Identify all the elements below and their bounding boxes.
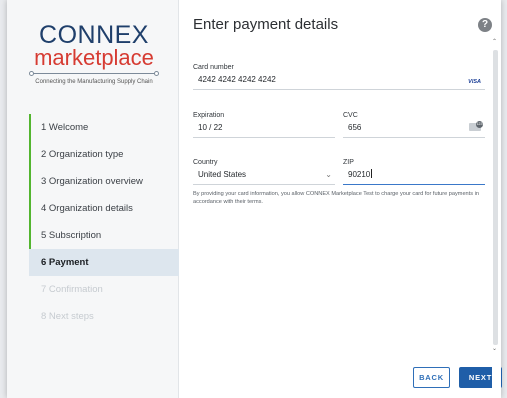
cvc-label: CVC [343,112,358,119]
cvc-value: 656 [348,123,362,132]
step-subscription[interactable]: 5 Subscription [29,222,179,249]
logo-track [29,71,159,77]
expiration-group: Expiration 10 / 22 [193,112,335,138]
payment-form: Card number 4242 4242 4242 4242 VISA Exp… [193,64,485,206]
help-icon[interactable]: ? [478,18,492,32]
cvc-field[interactable]: 656 123 [343,121,485,138]
payment-disclaimer: By providing your card information, you … [193,191,479,205]
country-group: Country United States ⌄ [193,159,335,185]
scroll-up-icon[interactable]: ⌃ [492,38,497,45]
card-number-label: Card number [193,64,234,71]
text-caret [371,169,373,178]
step-welcome[interactable]: 1 Welcome [29,114,179,141]
chevron-down-icon: ⌄ [325,170,332,179]
visa-icon: VISA [468,79,481,85]
sidebar: CONNEX marketplace Connecting the Manufa… [7,0,179,398]
zip-group: ZIP 90210 [343,159,485,185]
expiration-label: Expiration [193,112,225,119]
step-organization-details[interactable]: 4 Organization details [29,195,179,222]
step-confirmation: 7 Confirmation [41,284,103,295]
exp-cvc-row: Expiration 10 / 22 CVC 656 123 [193,112,485,138]
card-number-group: Card number 4242 4242 4242 4242 VISA [193,64,485,90]
page-title: Enter payment details [193,16,339,33]
scrollbar[interactable]: ⌃ ⌄ [492,0,501,398]
main-panel: Enter payment details ? Card number 4242… [179,0,501,398]
scrollbar-thumb[interactable] [493,50,498,345]
card-number-field[interactable]: 4242 4242 4242 4242 VISA [193,74,485,90]
zip-field[interactable]: 90210 [343,169,485,185]
logo-line2: marketplace [34,45,154,70]
expiration-field[interactable]: 10 / 22 [193,122,335,138]
logo-tagline: Connecting the Manufacturing Supply Chai… [35,79,153,85]
country-label: Country [193,159,218,166]
country-value: United States [198,170,247,179]
zip-value: 90210 [348,170,371,179]
country-select[interactable]: United States ⌄ [193,169,335,185]
back-button[interactable]: BACK [413,367,450,388]
cvc-group: CVC 656 123 [343,112,485,138]
scroll-down-icon[interactable]: ⌄ [492,345,497,352]
country-zip-row: Country United States ⌄ ZIP 90210 [193,159,485,185]
connex-logo: CONNEX marketplace Connecting the Manufa… [29,22,159,85]
zip-label: ZIP [343,159,354,166]
step-next-steps: 8 Next steps [41,311,94,322]
step-payment[interactable]: 6 Payment [29,249,179,276]
step-organization-type[interactable]: 2 Organization type [29,141,179,168]
expiration-value: 10 / 22 [198,123,223,132]
card-number-value: 4242 4242 4242 4242 [198,75,276,84]
step-organization-overview[interactable]: 3 Organization overview [29,168,179,195]
payment-window: CONNEX marketplace Connecting the Manufa… [7,0,502,398]
step-list: 1 Welcome 2 Organization type 3 Organiza… [29,114,179,330]
cvc-card-icon: 123 [469,121,483,131]
cvc-icon-text: 123 [476,121,483,128]
